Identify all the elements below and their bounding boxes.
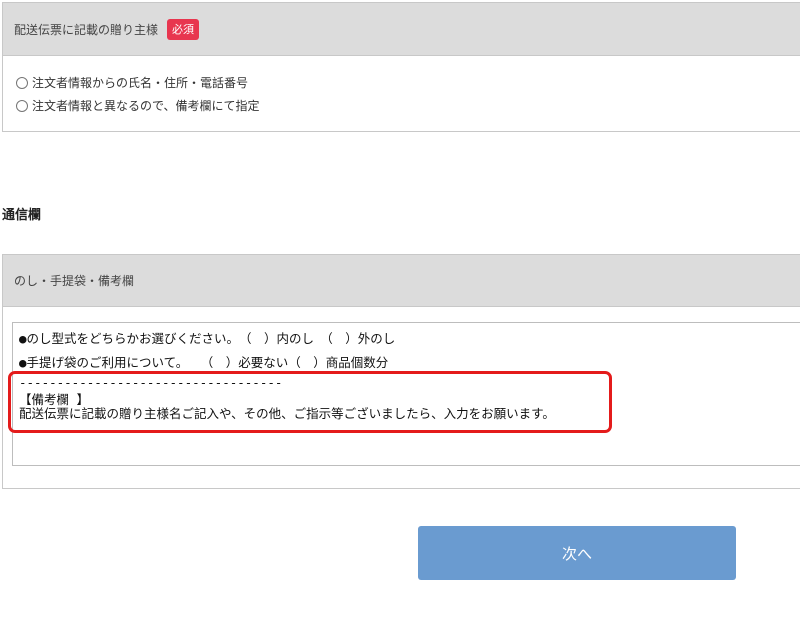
communication-box-title: のし・手提袋・備考欄 [14,274,135,288]
sender-section-header: 配送伝票に記載の贈り主様 必須 [3,3,800,56]
sender-option-specify-in-notes[interactable]: 注文者情報と異なるので、備考欄にて指定 [16,97,260,114]
communication-section-header: のし・手提袋・備考欄 [3,255,800,307]
textarea-line-bag: ●手提げ袋のご利用について。 （ ）必要ない（ ）商品個数分 [19,355,389,370]
next-button[interactable]: 次へ [418,526,736,580]
textarea-line-divider: ----------------------------------- [19,375,283,390]
radio-specify-in-notes[interactable] [16,99,28,112]
sender-option-label: 注文者情報と異なるので、備考欄にて指定 [32,99,260,113]
notes-textarea[interactable]: ●のし型式をどちらかお選びください。 （ ）内のし （ ）外のし ●手提げ袋のご… [12,322,800,466]
textarea-line-notes-instruction: 配送伝票に記載の贈り主様名ご記入や、その他、ご指示等ございましたら、入力をお願い… [19,406,555,421]
required-badge: 必須 [167,18,200,40]
textarea-line-noshi: ●のし型式をどちらかお選びください。 （ ）内のし （ ）外のし [19,331,396,346]
order-form-page: 配送伝票に記載の贈り主様 必須 注文者情報からの氏名・住所・電話番号 注文者情報… [0,0,800,625]
sender-section-title: 配送伝票に記載の贈り主様 [14,22,159,37]
sender-option-label: 注文者情報からの氏名・住所・電話番号 [32,76,249,90]
radio-orderer-info[interactable] [16,76,28,89]
sender-option-orderer-info[interactable]: 注文者情報からの氏名・住所・電話番号 [16,74,248,91]
communication-section-label: 通信欄 [2,208,42,223]
